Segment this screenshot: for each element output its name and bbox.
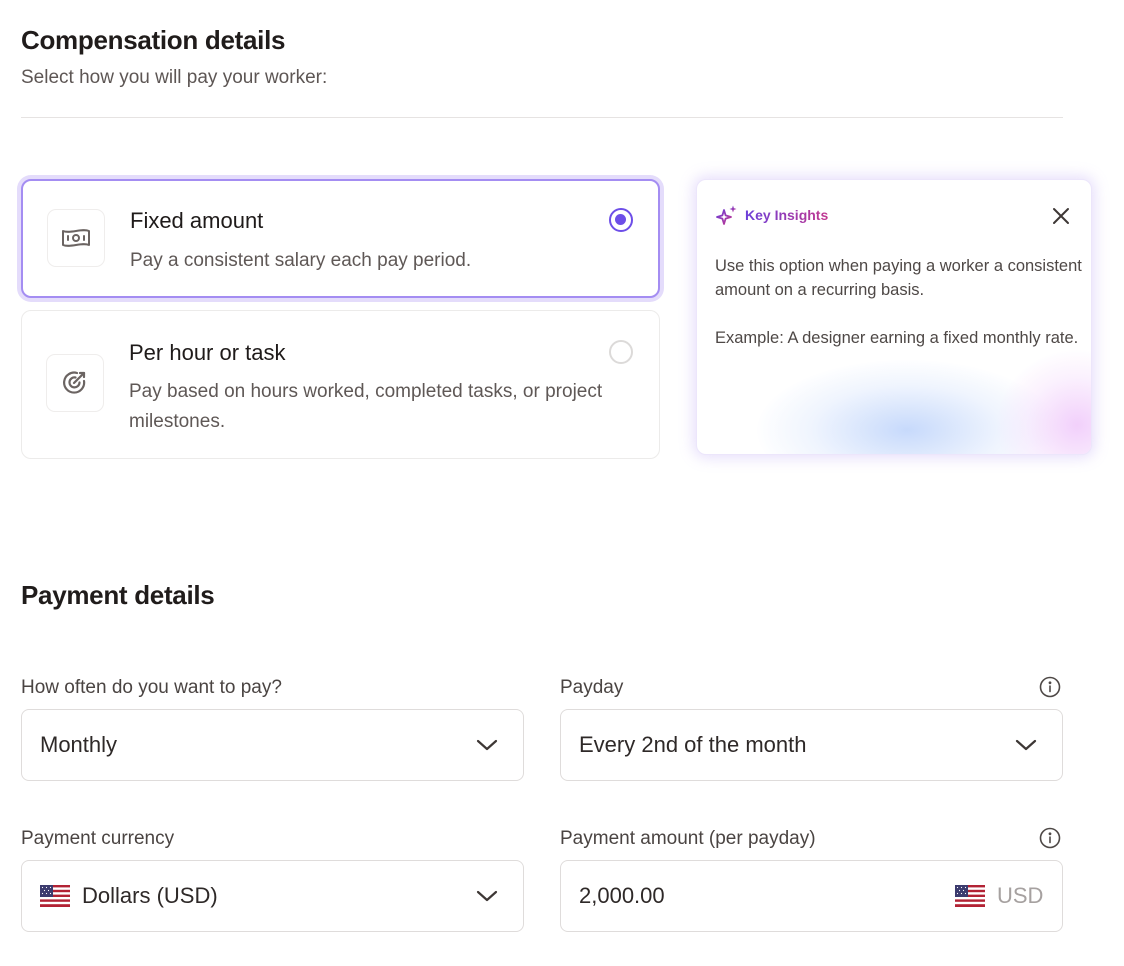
option-fixed-amount[interactable]: Fixed amount Pay a consistent salary eac…: [21, 179, 660, 298]
payday-select[interactable]: Every 2nd of the month: [560, 709, 1063, 781]
info-icon[interactable]: [1039, 676, 1061, 698]
target-arrow-icon: [46, 354, 104, 412]
radio-per-hour-or-task[interactable]: [609, 340, 633, 364]
panel-glow: [997, 350, 1091, 454]
us-flag-icon: [40, 885, 70, 907]
option-per-hour-or-task[interactable]: Per hour or task Pay based on hours work…: [21, 310, 660, 459]
radio-fixed-amount[interactable]: [609, 208, 633, 232]
frequency-select[interactable]: Monthly: [21, 709, 524, 781]
key-insights-panel: Key Insights Use this option when paying…: [696, 179, 1092, 455]
compensation-title: Compensation details: [21, 25, 286, 55]
insights-body: Use this option when paying a worker a c…: [715, 254, 1083, 350]
currency-label: Payment currency: [21, 828, 175, 849]
insights-example: Example: A designer earning a fixed mont…: [715, 329, 1079, 347]
chevron-down-icon: [476, 890, 498, 902]
currency-select[interactable]: Dollars (USD): [21, 860, 524, 932]
amount-value: 2,000.00: [579, 883, 665, 908]
info-icon[interactable]: [1039, 827, 1061, 849]
payment-title: Payment details: [21, 580, 215, 610]
currency-suffix: USD: [997, 883, 1044, 908]
amount-input[interactable]: 2,000.00 USD: [560, 860, 1063, 932]
insights-title: Key Insights: [745, 207, 829, 223]
payday-value: Every 2nd of the month: [579, 732, 807, 757]
option-title: Fixed amount: [130, 208, 264, 233]
amount-label: Payment amount (per payday): [560, 828, 816, 849]
chevron-down-icon: [476, 739, 498, 751]
frequency-label: How often do you want to pay?: [21, 677, 282, 698]
insights-text: Use this option when paying a worker a c…: [715, 257, 1082, 299]
option-description: Pay a consistent salary each pay period.: [130, 250, 472, 271]
money-bill-icon: [47, 209, 105, 267]
insights-header: Key Insights: [715, 204, 828, 226]
option-title: Per hour or task: [129, 340, 286, 365]
payday-label: Payday: [560, 677, 624, 698]
option-description: Pay based on hours worked, completed tas…: [129, 381, 603, 432]
us-flag-icon: [955, 885, 985, 907]
section-divider: [21, 117, 1063, 118]
frequency-value: Monthly: [40, 732, 118, 757]
currency-value: Dollars (USD): [82, 883, 218, 908]
close-icon[interactable]: [1051, 206, 1071, 226]
chevron-down-icon: [1015, 739, 1037, 751]
compensation-subtitle: Select how you will pay your worker:: [21, 67, 328, 88]
sparkles-icon: [716, 205, 737, 225]
